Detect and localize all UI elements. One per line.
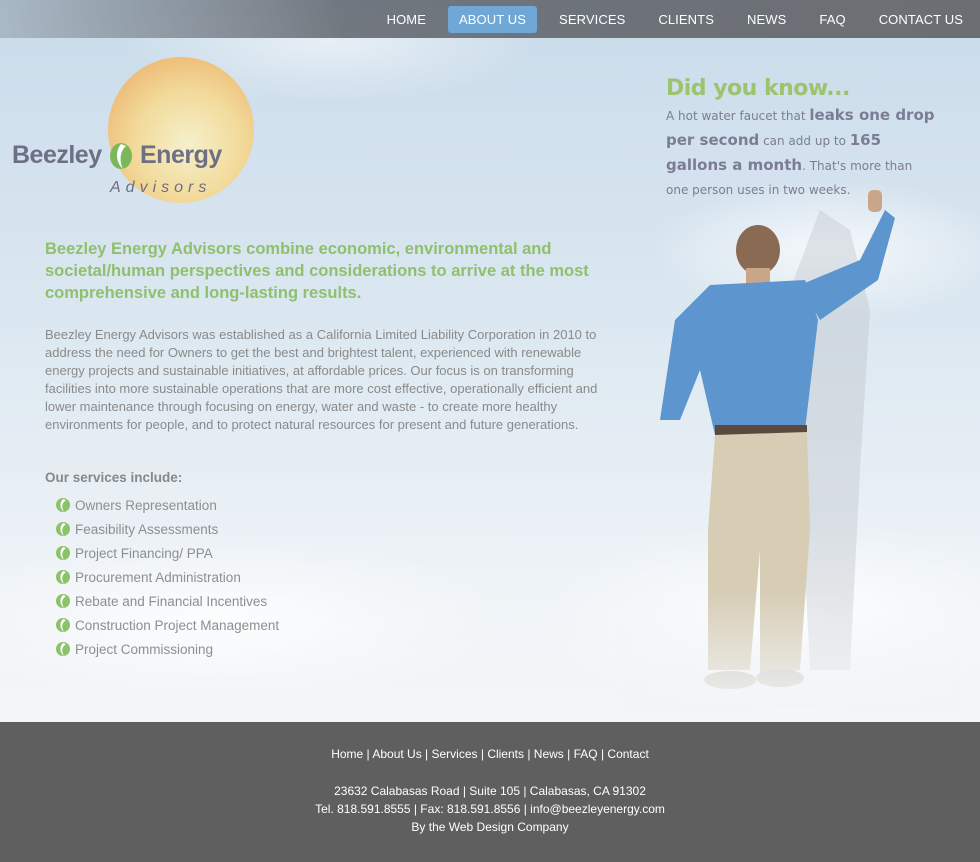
footer-links: Home | About Us | Services | Clients | N… bbox=[0, 746, 980, 762]
separator: | bbox=[363, 747, 373, 761]
service-label: Project Commissioning bbox=[75, 641, 214, 657]
service-label: Owners Representation bbox=[75, 497, 217, 513]
services-list: Owners Representation Feasibility Assess… bbox=[55, 493, 279, 661]
service-label: Construction Project Management bbox=[75, 617, 280, 633]
service-label: Rebate and Financial Incentives bbox=[75, 593, 268, 609]
service-item: Feasibility Assessments bbox=[55, 517, 279, 541]
footer-address-block: 23632 Calabasas Road | Suite 105 | Calab… bbox=[0, 782, 980, 836]
service-item: Procurement Administration bbox=[55, 565, 279, 589]
separator: | bbox=[524, 747, 534, 761]
leaf-bullet-icon bbox=[56, 570, 70, 584]
footer: Home | About Us | Services | Clients | N… bbox=[0, 722, 980, 862]
footer-link-contact[interactable]: Contact bbox=[607, 747, 648, 761]
nav-list: HOME ABOUT US SERVICES CLIENTS NEWS FAQ … bbox=[371, 6, 980, 33]
top-nav: HOME ABOUT US SERVICES CLIENTS NEWS FAQ … bbox=[0, 0, 980, 38]
nav-about-us[interactable]: ABOUT US bbox=[448, 6, 538, 33]
service-label: Feasibility Assessments bbox=[75, 521, 219, 537]
footer-link-about-us[interactable]: About Us bbox=[372, 747, 421, 761]
footer-credit[interactable]: By the Web Design Company bbox=[0, 818, 980, 836]
nav-faq[interactable]: FAQ bbox=[808, 6, 856, 33]
tip-text-1: A hot water faucet that bbox=[666, 109, 810, 123]
tip-text: A hot water faucet that leaks one drop p… bbox=[666, 103, 936, 202]
separator: | bbox=[563, 747, 574, 761]
separator: | bbox=[477, 747, 488, 761]
leaf-bullet-icon bbox=[56, 642, 70, 656]
company-logo[interactable]: Beezley Energy Advisors bbox=[10, 55, 260, 205]
footer-address: 23632 Calabasas Road | Suite 105 | Calab… bbox=[334, 784, 646, 798]
leaf-bullet-icon bbox=[56, 618, 70, 632]
logo-word-beezley: Beezley bbox=[12, 141, 102, 169]
service-label: Procurement Administration bbox=[75, 569, 241, 585]
nav-contact-us[interactable]: CONTACT US bbox=[868, 6, 974, 33]
leaf-icon bbox=[110, 143, 132, 169]
leaf-bullet-icon bbox=[56, 594, 70, 608]
nav-clients[interactable]: CLIENTS bbox=[647, 6, 725, 33]
footer-link-services[interactable]: Services bbox=[432, 747, 478, 761]
footer-link-faq[interactable]: FAQ bbox=[574, 747, 598, 761]
footer-link-news[interactable]: News bbox=[534, 747, 564, 761]
footer-link-clients[interactable]: Clients bbox=[487, 747, 524, 761]
page-main: HOME ABOUT US SERVICES CLIENTS NEWS FAQ … bbox=[0, 0, 980, 722]
service-item: Owners Representation bbox=[55, 493, 279, 517]
nav-news[interactable]: NEWS bbox=[736, 6, 797, 33]
service-item: Rebate and Financial Incentives bbox=[55, 589, 279, 613]
separator: | bbox=[597, 747, 608, 761]
service-item: Project Commissioning bbox=[55, 637, 279, 661]
intro-headline: Beezley Energy Advisors combine economic… bbox=[45, 240, 589, 302]
nav-services[interactable]: SERVICES bbox=[548, 6, 636, 33]
service-label: Project Financing/ PPA bbox=[75, 545, 213, 561]
separator: | bbox=[421, 747, 432, 761]
leaf-bullet-icon bbox=[56, 498, 70, 512]
service-item: Construction Project Management bbox=[55, 613, 279, 637]
leaf-bullet-icon bbox=[56, 546, 70, 560]
tip-title: Did you know... bbox=[666, 76, 850, 101]
services-heading: Our services include: bbox=[45, 470, 183, 485]
logo-word-energy: Energy bbox=[140, 141, 222, 169]
did-you-know-tip: Did you know... A hot water faucet that … bbox=[666, 76, 936, 202]
footer-contact[interactable]: Tel. 818.591.8555 | Fax: 818.591.8556 | … bbox=[0, 800, 980, 818]
leaf-bullet-icon bbox=[56, 522, 70, 536]
nav-home[interactable]: HOME bbox=[376, 6, 437, 33]
service-item: Project Financing/ PPA bbox=[55, 541, 279, 565]
footer-link-home[interactable]: Home bbox=[331, 747, 363, 761]
logo-subtitle: Advisors bbox=[110, 179, 212, 196]
intro-paragraph: Beezley Energy Advisors was established … bbox=[45, 327, 598, 432]
tip-text-3: can add up to bbox=[759, 134, 850, 148]
man-writing-illustration bbox=[620, 190, 960, 710]
